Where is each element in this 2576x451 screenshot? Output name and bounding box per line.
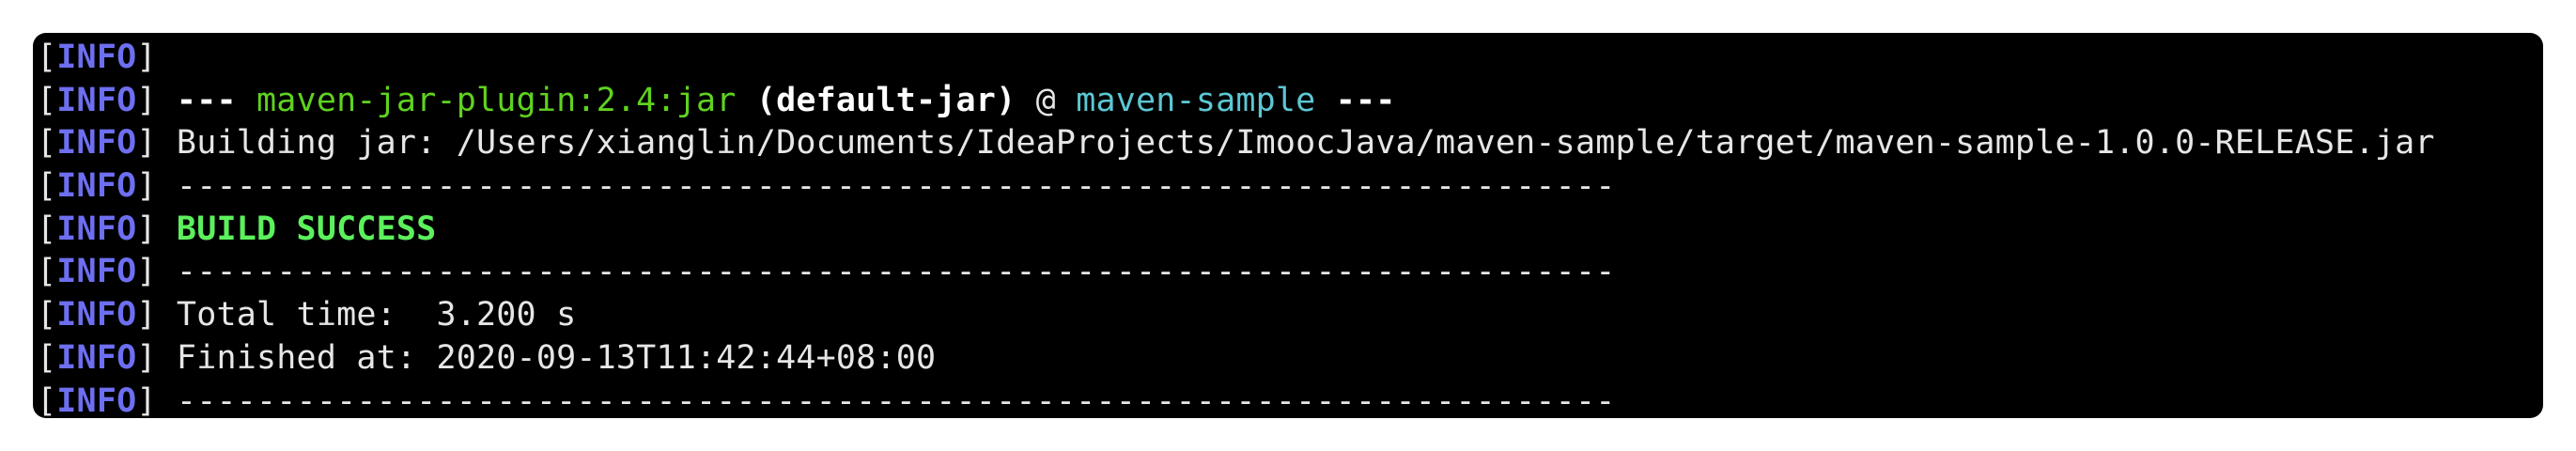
log-line-finished-at: [INFO] Finished at: 2020-09-13T11:42:44+… — [37, 337, 2543, 381]
total-time-message: Total time: 3.200 s — [176, 296, 577, 334]
log-line-separator: [INFO] ---------------------------------… — [37, 251, 2543, 294]
log-prefix-open-bracket: [ — [37, 210, 57, 248]
log-prefix-open-bracket: [ — [37, 253, 57, 291]
log-prefix-open-bracket: [ — [37, 338, 57, 377]
log-level-tag: INFO — [56, 296, 137, 334]
log-level-tag: INFO — [56, 167, 137, 206]
log-prefix-close-bracket: ] — [136, 296, 177, 334]
log-line: [INFO] — [37, 37, 2543, 80]
log-prefix-close-bracket: ] — [136, 253, 177, 291]
plugin-name: maven-jar-plugin:2.4:jar — [256, 81, 737, 119]
log-prefix-open-bracket: [ — [37, 39, 57, 76]
log-prefix-close-bracket: ] — [136, 210, 177, 248]
log-level-tag: INFO — [56, 253, 137, 291]
log-prefix-close-bracket: ] — [136, 124, 177, 163]
log-prefix-open-bracket: [ — [37, 381, 57, 419]
log-line-building-jar: [INFO] Building jar: /Users/xianglin/Doc… — [37, 122, 2543, 165]
log-line-build-status: [INFO] BUILD SUCCESS — [37, 209, 2543, 252]
log-prefix-open-bracket: [ — [37, 81, 57, 119]
log-prefix-close-bracket: ] — [136, 338, 177, 377]
log-line-total-time: [INFO] Total time: 3.200 s — [37, 294, 2543, 337]
log-message: Building jar: /Users/xianglin/Documents/… — [176, 124, 2435, 163]
log-prefix-close-bracket: ] — [136, 381, 177, 419]
log-level-tag: INFO — [56, 210, 137, 248]
log-prefix-open-bracket: [ — [37, 296, 57, 334]
separator-dashes: ----------------------------------------… — [176, 167, 1616, 206]
log-prefix-close-bracket: ] — [136, 167, 177, 206]
log-prefix-open-bracket: [ — [37, 124, 57, 163]
finished-at-message: Finished at: 2020-09-13T11:42:44+08:00 — [176, 338, 937, 377]
log-level-tag: INFO — [56, 381, 137, 419]
separator-dashes: ----------------------------------------… — [176, 253, 1616, 291]
build-success-status: BUILD SUCCESS — [176, 210, 437, 248]
log-line-separator: [INFO] ---------------------------------… — [37, 381, 2543, 419]
plugin-goal: (default-jar) — [736, 81, 1016, 119]
log-level-tag: INFO — [56, 39, 137, 76]
log-level-tag: INFO — [56, 338, 137, 377]
terminal-window[interactable]: [INFO] [INFO] --- maven-jar-plugin:2.4:j… — [33, 33, 2543, 418]
log-prefix-close-bracket: ] — [136, 39, 157, 76]
plugin-dash-right: --- — [1315, 81, 1396, 119]
log-prefix-close-bracket: ] — [136, 81, 177, 119]
plugin-at-sign: @ — [1016, 81, 1077, 119]
log-prefix-open-bracket: [ — [37, 167, 57, 206]
log-line-separator: [INFO] ---------------------------------… — [37, 165, 2543, 209]
plugin-dash-left: --- — [176, 81, 257, 119]
project-name: maven-sample — [1076, 81, 1316, 119]
separator-dashes: ----------------------------------------… — [176, 381, 1616, 419]
log-level-tag: INFO — [56, 81, 137, 119]
log-line-plugin-header: [INFO] --- maven-jar-plugin:2.4:jar (def… — [37, 80, 2543, 123]
log-level-tag: INFO — [56, 124, 137, 163]
